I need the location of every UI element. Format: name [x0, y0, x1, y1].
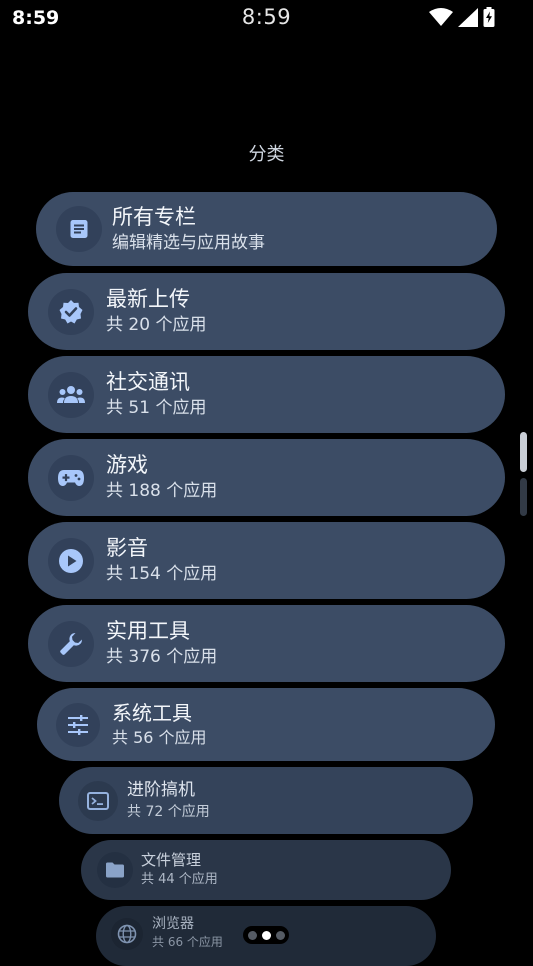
category-subtitle: 共 66 个应用 — [152, 935, 223, 949]
category-media[interactable]: 影音 共 154 个应用 — [28, 522, 505, 599]
category-latest-uploads[interactable]: 最新上传 共 20 个应用 — [28, 273, 505, 350]
verified-badge-icon — [48, 288, 94, 335]
category-subtitle: 共 72 个应用 — [127, 803, 210, 820]
category-utilities[interactable]: 实用工具 共 376 个应用 — [28, 605, 505, 682]
page-title: 分类 — [248, 144, 285, 165]
category-title: 社交通讯 — [106, 370, 190, 394]
page-dot-active — [261, 930, 271, 940]
category-system-tools[interactable]: 系统工具 共 56 个应用 — [37, 688, 495, 761]
category-games[interactable]: 游戏 共 188 个应用 — [28, 439, 505, 516]
category-all-columns[interactable]: 所有专栏 编辑精选与应用故事 — [36, 192, 497, 266]
folder-icon — [97, 852, 133, 888]
category-file-manager[interactable]: 文件管理 共 44 个应用 — [81, 840, 451, 900]
category-subtitle: 共 20 个应用 — [106, 315, 207, 335]
category-title: 系统工具 — [112, 701, 192, 725]
gamepad-icon — [48, 454, 94, 501]
scrollbar-thumb[interactable] — [520, 432, 527, 472]
category-title: 游戏 — [106, 453, 148, 477]
play-circle-icon — [48, 537, 94, 584]
wrench-icon — [48, 620, 94, 667]
category-social[interactable]: 社交通讯 共 51 个应用 — [28, 356, 505, 433]
category-subtitle: 共 154 个应用 — [106, 564, 218, 584]
category-title: 所有专栏 — [112, 204, 196, 229]
category-title: 进阶搞机 — [127, 779, 195, 800]
category-advanced[interactable]: 进阶搞机 共 72 个应用 — [59, 767, 473, 834]
article-icon — [56, 206, 102, 252]
category-title: 实用工具 — [106, 619, 190, 643]
category-subtitle: 共 44 个应用 — [141, 872, 218, 887]
category-title: 浏览器 — [152, 916, 194, 932]
category-subtitle: 共 188 个应用 — [106, 481, 218, 501]
page-dot — [247, 930, 257, 940]
cellular-signal-icon — [458, 7, 478, 27]
tune-sliders-icon — [56, 702, 100, 747]
category-subtitle: 编辑精选与应用故事 — [112, 232, 265, 253]
category-title: 文件管理 — [141, 851, 202, 869]
globe-icon — [111, 918, 143, 950]
page-indicator — [243, 926, 289, 944]
category-subtitle: 共 51 个应用 — [106, 398, 207, 418]
status-icons — [429, 7, 495, 27]
scrollbar-track[interactable] — [520, 478, 527, 516]
wifi-icon — [429, 8, 453, 26]
page-dot — [275, 930, 285, 940]
group-icon — [48, 371, 94, 418]
terminal-icon — [78, 780, 118, 821]
category-subtitle: 共 376 个应用 — [106, 647, 218, 667]
category-title: 影音 — [106, 536, 148, 560]
category-title: 最新上传 — [106, 287, 190, 311]
battery-charging-icon — [483, 7, 495, 27]
category-subtitle: 共 56 个应用 — [112, 728, 207, 747]
